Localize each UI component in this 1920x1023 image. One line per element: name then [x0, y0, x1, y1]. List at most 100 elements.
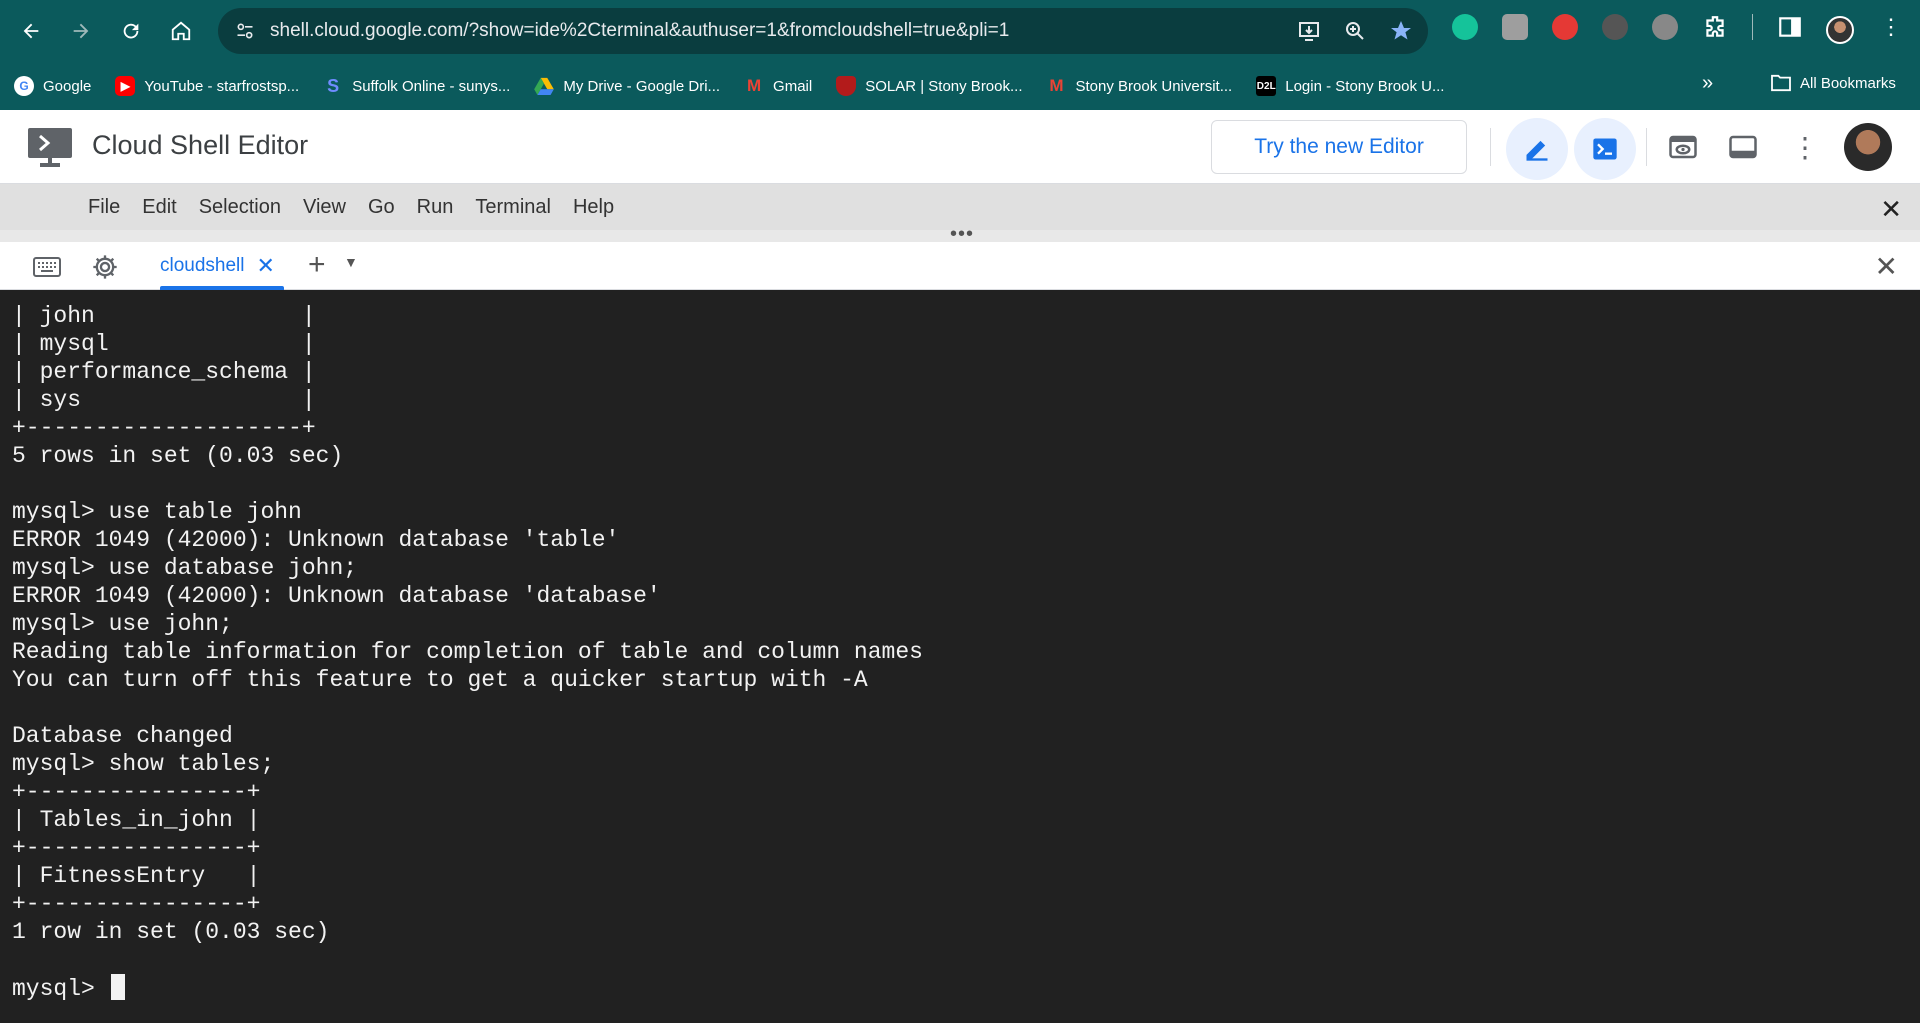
more-bookmarks-chevron-icon[interactable]: »: [1702, 72, 1713, 95]
home-icon: [171, 21, 191, 41]
site-info-icon[interactable]: [232, 18, 258, 44]
terminal-line: ERROR 1049 (42000): Unknown database 'ta…: [12, 527, 620, 553]
menu-run[interactable]: Run: [417, 196, 454, 219]
terminal-tab-bar: cloudshell ✕ + ▼ ✕: [0, 242, 1920, 290]
close-editor-icon[interactable]: ✕: [1880, 194, 1902, 225]
tab-label: cloudshell: [160, 255, 245, 276]
close-tab-icon[interactable]: ✕: [257, 253, 275, 279]
address-bar[interactable]: shell.cloud.google.com/?show=ide%2Ctermi…: [218, 8, 1428, 54]
bookmark-star-icon[interactable]: [1388, 18, 1414, 44]
bookmark-suffolk[interactable]: S Suffolk Online - sunys...: [323, 76, 510, 96]
tab-cloudshell[interactable]: cloudshell ✕: [160, 242, 284, 290]
reload-icon: [123, 23, 139, 39]
account-avatar[interactable]: [1844, 123, 1892, 171]
terminal-line: You can turn off this feature to get a q…: [12, 667, 868, 693]
bookmark-d2l[interactable]: D2L Login - Stony Brook U...: [1256, 76, 1444, 96]
reload-button[interactable]: [114, 14, 148, 48]
more-options-icon[interactable]: ⋮: [1788, 130, 1822, 164]
gmail-icon: M: [746, 76, 762, 95]
terminal-line: mysql> show tables;: [12, 751, 275, 777]
adblock-extension-icon[interactable]: [1552, 14, 1578, 40]
extension-grey-icon[interactable]: [1652, 14, 1678, 40]
minimize-panel-icon[interactable]: [1726, 130, 1760, 164]
menu-go[interactable]: Go: [368, 196, 395, 219]
terminal-line: | performance_schema |: [12, 359, 316, 385]
keyboard-icon[interactable]: [32, 252, 62, 282]
zoom-icon[interactable]: [1342, 18, 1368, 44]
bookmark-label: Suffolk Online - sunys...: [352, 77, 511, 95]
extension-dark-icon[interactable]: [1602, 14, 1628, 40]
google-icon: G: [14, 76, 34, 96]
terminal-output[interactable]: | john | | mysql | | performance_schema …: [0, 290, 1920, 1023]
bookmark-label: My Drive - Google Dri...: [563, 77, 721, 95]
menu-view[interactable]: View: [303, 196, 346, 219]
terminal-line: mysql> use john;: [12, 611, 233, 637]
terminal-line: Database changed: [12, 723, 233, 749]
menu-file[interactable]: File: [88, 196, 120, 219]
header-divider: [1490, 128, 1491, 166]
menu-help[interactable]: Help: [573, 196, 614, 219]
menu-terminal[interactable]: Terminal: [475, 196, 551, 219]
browser-profile-avatar[interactable]: [1826, 16, 1854, 44]
bookmark-label: Gmail: [773, 77, 813, 95]
terminal-line: ERROR 1049 (42000): Unknown database 'da…: [12, 583, 661, 609]
terminal-line: | mysql |: [12, 331, 316, 357]
extensions-puzzle-icon[interactable]: [1702, 14, 1728, 40]
bookmark-solar[interactable]: SOLAR | Stony Brook...: [836, 76, 1023, 96]
url-text[interactable]: shell.cloud.google.com/?show=ide%2Ctermi…: [270, 20, 1009, 42]
terminal-line: | john |: [12, 303, 316, 329]
bookmark-google[interactable]: G Google: [14, 76, 91, 96]
menu-edit[interactable]: Edit: [142, 196, 176, 219]
open-editor-button[interactable]: [1506, 118, 1568, 180]
bookmark-label: YouTube - starfrostsp...: [144, 77, 300, 95]
terminal-line: +----------------+: [12, 835, 261, 861]
suffolk-icon: S: [327, 75, 340, 96]
forward-button[interactable]: [64, 14, 98, 48]
add-terminal-icon[interactable]: +: [308, 248, 326, 282]
terminal-cursor: [110, 974, 125, 1000]
bookmark-drive[interactable]: My Drive - Google Dri...: [534, 76, 720, 96]
terminal-line: mysql> use database john;: [12, 555, 358, 581]
forward-arrow-icon: [73, 23, 89, 39]
grammarly-extension-icon[interactable]: [1452, 14, 1478, 40]
bookmark-label: Login - Stony Brook U...: [1285, 77, 1445, 95]
terminal-prompt-line[interactable]: mysql>: [12, 974, 1920, 1002]
bookmark-gmail[interactable]: M Gmail: [744, 76, 812, 96]
back-arrow-icon: [23, 23, 39, 39]
try-new-editor-button[interactable]: Try the new Editor: [1211, 120, 1467, 174]
bookmark-youtube[interactable]: ▶ YouTube - starfrostsp...: [115, 76, 299, 96]
all-bookmarks-folder[interactable]: All Bookmarks: [1770, 74, 1896, 92]
back-button[interactable]: [14, 14, 48, 48]
terminal-line: +--------------------+: [12, 415, 316, 441]
terminal-icon: [1593, 138, 1617, 160]
bookmark-label: SOLAR | Stony Brook...: [865, 77, 1023, 95]
gmail-icon: M: [1049, 76, 1064, 95]
open-terminal-button[interactable]: [1574, 118, 1636, 180]
bookmark-label: Google: [43, 77, 92, 95]
solar-shield-icon: [836, 76, 857, 96]
menu-selection[interactable]: Selection: [199, 196, 281, 219]
close-terminal-panel-icon[interactable]: ✕: [1875, 250, 1898, 283]
all-bookmarks-label: All Bookmarks: [1800, 74, 1896, 92]
terminal-line: mysql> use table john: [12, 499, 302, 525]
bookmark-stony-brook-mail[interactable]: M Stony Brook Universit...: [1047, 76, 1233, 96]
terminal-line: | sys |: [12, 387, 316, 413]
drive-icon: [534, 76, 555, 96]
chevron-down-icon[interactable]: ▼: [344, 254, 358, 270]
install-app-icon[interactable]: [1296, 18, 1322, 44]
extension-k-icon[interactable]: [1502, 14, 1528, 40]
settings-gear-icon[interactable]: [90, 252, 120, 282]
side-panel-icon[interactable]: [1777, 14, 1803, 40]
terminal-line: 5 rows in set (0.03 sec): [12, 443, 344, 469]
browser-menu-icon[interactable]: ⋮: [1880, 14, 1902, 40]
terminal-line: | Tables_in_john |: [12, 807, 261, 833]
web-preview-icon[interactable]: [1666, 130, 1700, 164]
terminal-line: 1 row in set (0.03 sec): [12, 919, 330, 945]
home-button[interactable]: [164, 14, 198, 48]
cloud-shell-logo-icon: [26, 126, 74, 168]
panel-resize-handle[interactable]: •••: [0, 223, 1920, 245]
toolbar-divider: [1752, 14, 1753, 40]
bookmark-label: Stony Brook Universit...: [1075, 77, 1233, 95]
